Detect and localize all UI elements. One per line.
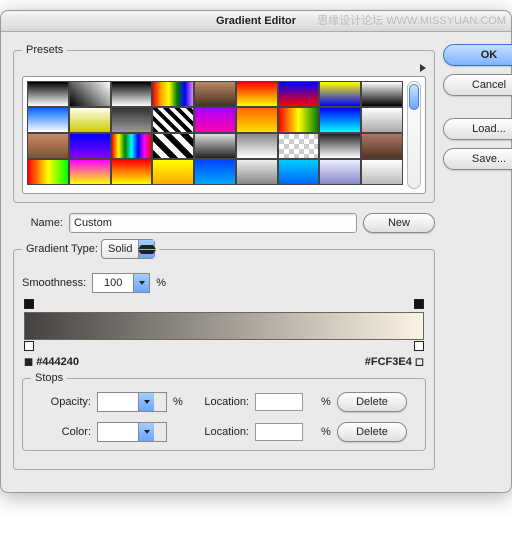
- dropdown-icon[interactable]: [138, 393, 154, 411]
- color-stop-right[interactable]: [414, 341, 424, 351]
- stops-fieldset: Stops Opacity: % Location: % Delete Colo…: [22, 372, 426, 451]
- preset-swatch[interactable]: [152, 159, 194, 185]
- preset-swatch[interactable]: [111, 81, 153, 107]
- gradient-editor-window: Gradient Editor Presets: [0, 10, 512, 493]
- presets-legend: Presets: [22, 44, 67, 56]
- dropdown-icon[interactable]: [133, 274, 149, 292]
- preset-swatch[interactable]: [194, 107, 236, 133]
- new-button[interactable]: New: [363, 213, 435, 233]
- location-input-1[interactable]: [255, 393, 303, 411]
- presets-flyout-icon[interactable]: [420, 64, 426, 72]
- watermark-text: 思缘设计论坛 WWW.MISSYUAN.COM: [317, 12, 506, 28]
- preset-swatch[interactable]: [278, 81, 320, 107]
- gradient-type-value: Solid: [102, 243, 138, 255]
- ok-button[interactable]: OK: [443, 44, 512, 66]
- smoothness-input[interactable]: [93, 274, 133, 292]
- preset-swatch[interactable]: [194, 133, 236, 159]
- load-button[interactable]: Load...: [443, 118, 512, 140]
- pct-label: %: [321, 396, 331, 408]
- preset-swatch[interactable]: [69, 133, 111, 159]
- preset-swatch[interactable]: [69, 159, 111, 185]
- preset-swatch[interactable]: [194, 159, 236, 185]
- preset-swatch[interactable]: [236, 159, 278, 185]
- preset-swatch[interactable]: [111, 133, 153, 159]
- opacity-stop-right[interactable]: [414, 299, 424, 309]
- preset-swatch[interactable]: [111, 159, 153, 185]
- color-label: Color:: [31, 426, 91, 438]
- smoothness-field[interactable]: [92, 273, 150, 293]
- gradient-type-select[interactable]: Solid: [101, 239, 155, 259]
- gradient-type-legend: Gradient Type: Solid: [22, 239, 159, 259]
- preset-grid[interactable]: [27, 81, 403, 189]
- preset-swatch[interactable]: [27, 133, 69, 159]
- preset-swatch[interactable]: [278, 133, 320, 159]
- name-input[interactable]: [69, 213, 357, 233]
- right-color-code: #FCF3E4 ◻: [365, 355, 424, 368]
- preset-swatch[interactable]: [236, 133, 278, 159]
- preset-swatch[interactable]: [152, 107, 194, 133]
- pct-label: %: [156, 277, 166, 289]
- cancel-button[interactable]: Cancel: [443, 74, 512, 96]
- preset-swatch[interactable]: [236, 107, 278, 133]
- preset-swatch[interactable]: [236, 81, 278, 107]
- stops-legend: Stops: [31, 372, 67, 384]
- color-input[interactable]: [98, 423, 138, 441]
- pct-label: %: [173, 396, 183, 408]
- gradient-type-fieldset: Gradient Type: Solid Smoothness: %: [13, 239, 435, 470]
- preset-swatch[interactable]: [361, 81, 403, 107]
- scrollbar-thumb[interactable]: [409, 84, 419, 110]
- left-color-code: ◼ #444240: [24, 355, 79, 368]
- location-label: Location:: [189, 426, 249, 438]
- preset-swatch[interactable]: [27, 107, 69, 133]
- dropdown-icon[interactable]: [138, 423, 154, 441]
- color-field[interactable]: [97, 422, 167, 442]
- opacity-stop-left[interactable]: [24, 299, 34, 309]
- preset-scrollbar[interactable]: [407, 81, 421, 189]
- gradient-type-label: Gradient Type:: [26, 243, 98, 255]
- preset-swatch[interactable]: [319, 159, 361, 185]
- preset-swatch[interactable]: [111, 107, 153, 133]
- location-label: Location:: [189, 396, 249, 408]
- presets-fieldset: Presets: [13, 44, 435, 203]
- preset-swatch[interactable]: [27, 159, 69, 185]
- delete-color-stop-button[interactable]: Delete: [337, 422, 407, 442]
- pct-label: %: [321, 426, 331, 438]
- preset-swatch[interactable]: [27, 81, 69, 107]
- save-button[interactable]: Save...: [443, 148, 512, 170]
- preset-swatch[interactable]: [278, 107, 320, 133]
- gradient-bar[interactable]: [24, 312, 424, 340]
- location-input-2[interactable]: [255, 423, 303, 441]
- preset-swatch[interactable]: [69, 81, 111, 107]
- preset-swatch[interactable]: [194, 81, 236, 107]
- opacity-field[interactable]: [97, 392, 167, 412]
- preset-swatch[interactable]: [361, 107, 403, 133]
- preset-swatch[interactable]: [69, 107, 111, 133]
- preset-swatch[interactable]: [319, 133, 361, 159]
- smoothness-label: Smoothness:: [22, 277, 86, 289]
- delete-opacity-stop-button[interactable]: Delete: [337, 392, 407, 412]
- preset-swatch[interactable]: [319, 81, 361, 107]
- opacity-label: Opacity:: [31, 396, 91, 408]
- preset-swatch[interactable]: [152, 81, 194, 107]
- name-label: Name:: [13, 217, 63, 229]
- opacity-input[interactable]: [98, 393, 138, 411]
- color-stop-left[interactable]: [24, 341, 34, 351]
- preset-swatch[interactable]: [361, 133, 403, 159]
- preset-swatch[interactable]: [361, 159, 403, 185]
- preset-swatch[interactable]: [278, 159, 320, 185]
- preset-swatch[interactable]: [319, 107, 361, 133]
- preset-swatch[interactable]: [152, 133, 194, 159]
